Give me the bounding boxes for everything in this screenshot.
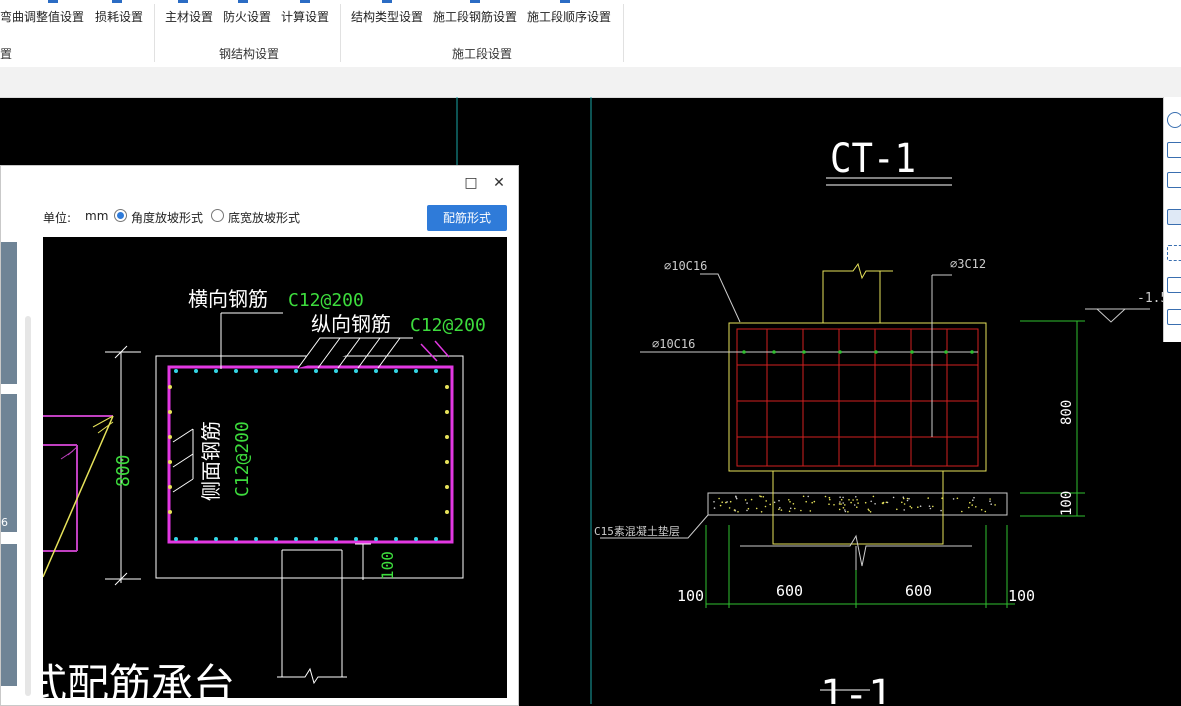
preview-slope-detail	[43, 415, 114, 578]
config-rebar-button[interactable]: 配筋形式	[427, 205, 507, 231]
horizontal-rebar-value: C12@200	[288, 290, 364, 311]
ribbon-group-segment: 施工段设置	[452, 47, 513, 61]
ribbon-icon-stub	[300, 0, 310, 3]
list-scrollbar[interactable]	[25, 316, 31, 696]
maximize-icon[interactable]: □	[463, 175, 479, 191]
ribbon-separator	[340, 4, 341, 62]
rebar-mid-label: ⌀10C16	[652, 337, 695, 351]
footing-type-list: 6	[1, 236, 38, 705]
ribbon-group-partial: 置	[0, 47, 13, 61]
angle-slope-radio[interactable]	[114, 209, 127, 222]
select-box-icon[interactable]	[1167, 245, 1181, 261]
bend-adjust-button[interactable]: 弯曲调整值设置	[0, 8, 84, 25]
ribbon-icon-stub	[178, 0, 188, 3]
dim-600-left-label: 600	[776, 582, 803, 600]
rebar-right-label: ⌀3C12	[950, 257, 986, 271]
dim-bottom-right-label: 100	[1008, 587, 1035, 605]
cube-icon[interactable]	[1167, 277, 1181, 293]
view-3d-icon[interactable]	[1167, 142, 1181, 158]
list-icon[interactable]	[1167, 309, 1181, 325]
calc-settings-button[interactable]: 计算设置	[281, 8, 329, 25]
width-slope-label[interactable]: 底宽放坡形式	[228, 209, 300, 226]
ribbon: 弯曲调整值设置 损耗设置 主材设置 防火设置 计算设置 结构类型设置 施工段钢筋…	[0, 0, 1181, 68]
list-thumbnail-text: 6	[1, 516, 8, 529]
list-thumbnail[interactable]	[1, 544, 17, 686]
longitudinal-rebar-value: C12@200	[410, 315, 486, 336]
width-slope-radio[interactable]	[211, 209, 224, 222]
loss-settings-button[interactable]: 损耗设置	[95, 8, 143, 25]
ribbon-icon-stub	[48, 0, 58, 3]
side-rebar-value: C12@200	[232, 421, 253, 497]
ribbon-icon-stub	[112, 0, 122, 3]
preview-column	[277, 549, 347, 685]
segment-order-button[interactable]: 施工段顺序设置	[527, 8, 611, 25]
dialog-titlebar: □ ✕	[1, 166, 518, 202]
drawing-title: CT-1	[830, 136, 916, 182]
ribbon-icon-stub	[470, 0, 480, 3]
unit-value: mm	[85, 209, 109, 223]
fire-settings-button[interactable]: 防火设置	[223, 8, 271, 25]
angle-slope-label[interactable]: 角度放坡形式	[131, 209, 203, 226]
main-material-button[interactable]: 主材设置	[165, 8, 213, 25]
dim-600-right-label: 600	[905, 582, 932, 600]
side-rebar-label: 侧面钢筋	[199, 421, 223, 501]
ribbon-icon-stub	[382, 0, 392, 3]
rebar-top-label: ⌀10C16	[664, 259, 707, 273]
tab-strip	[0, 67, 1181, 98]
close-icon[interactable]: ✕	[491, 175, 507, 191]
right-toolbar	[1163, 97, 1181, 342]
horizontal-rebar-label: 横向钢筋	[188, 287, 268, 311]
view-rotate-icon[interactable]	[1167, 112, 1181, 128]
ribbon-separator	[154, 4, 155, 62]
list-thumbnail[interactable]	[1, 242, 17, 384]
struct-type-button[interactable]: 结构类型设置	[351, 8, 423, 25]
ribbon-icon-stub	[560, 0, 570, 3]
preview-caption: 式配筋承台	[43, 660, 235, 698]
cushion-label: C15素混凝土垫层	[594, 524, 680, 538]
segment-rebar-button[interactable]: 施工段钢筋设置	[433, 8, 517, 25]
dim-bottom-left-label: 100	[677, 587, 704, 605]
unit-label: 单位:	[43, 211, 72, 225]
footing-settings-dialog: □ ✕ 单位: mm 角度放坡形式 底宽放坡形式 配筋形式 6 横向钢筋 C12…	[0, 165, 519, 706]
footing-section	[600, 262, 1150, 691]
ribbon-group-steel: 钢结构设置	[219, 47, 280, 61]
dim-height-label: 800	[1059, 400, 1075, 425]
dim-base-label: 100	[1059, 491, 1075, 516]
rebar-preview: 横向钢筋 C12@200 纵向钢筋 C12@200 侧面钢筋 C12@200 8…	[43, 237, 507, 698]
cover-dim-label: 100	[378, 551, 397, 580]
ribbon-icon-stub	[238, 0, 248, 3]
longitudinal-rebar-label: 纵向钢筋	[311, 312, 391, 336]
view-front-icon[interactable]	[1167, 209, 1181, 225]
list-thumbnail[interactable]	[1, 394, 17, 532]
section-label: 1-1	[820, 672, 892, 704]
height-dim-label: 800	[113, 454, 134, 487]
ribbon-separator	[623, 4, 624, 62]
view-top-icon[interactable]	[1167, 172, 1181, 188]
